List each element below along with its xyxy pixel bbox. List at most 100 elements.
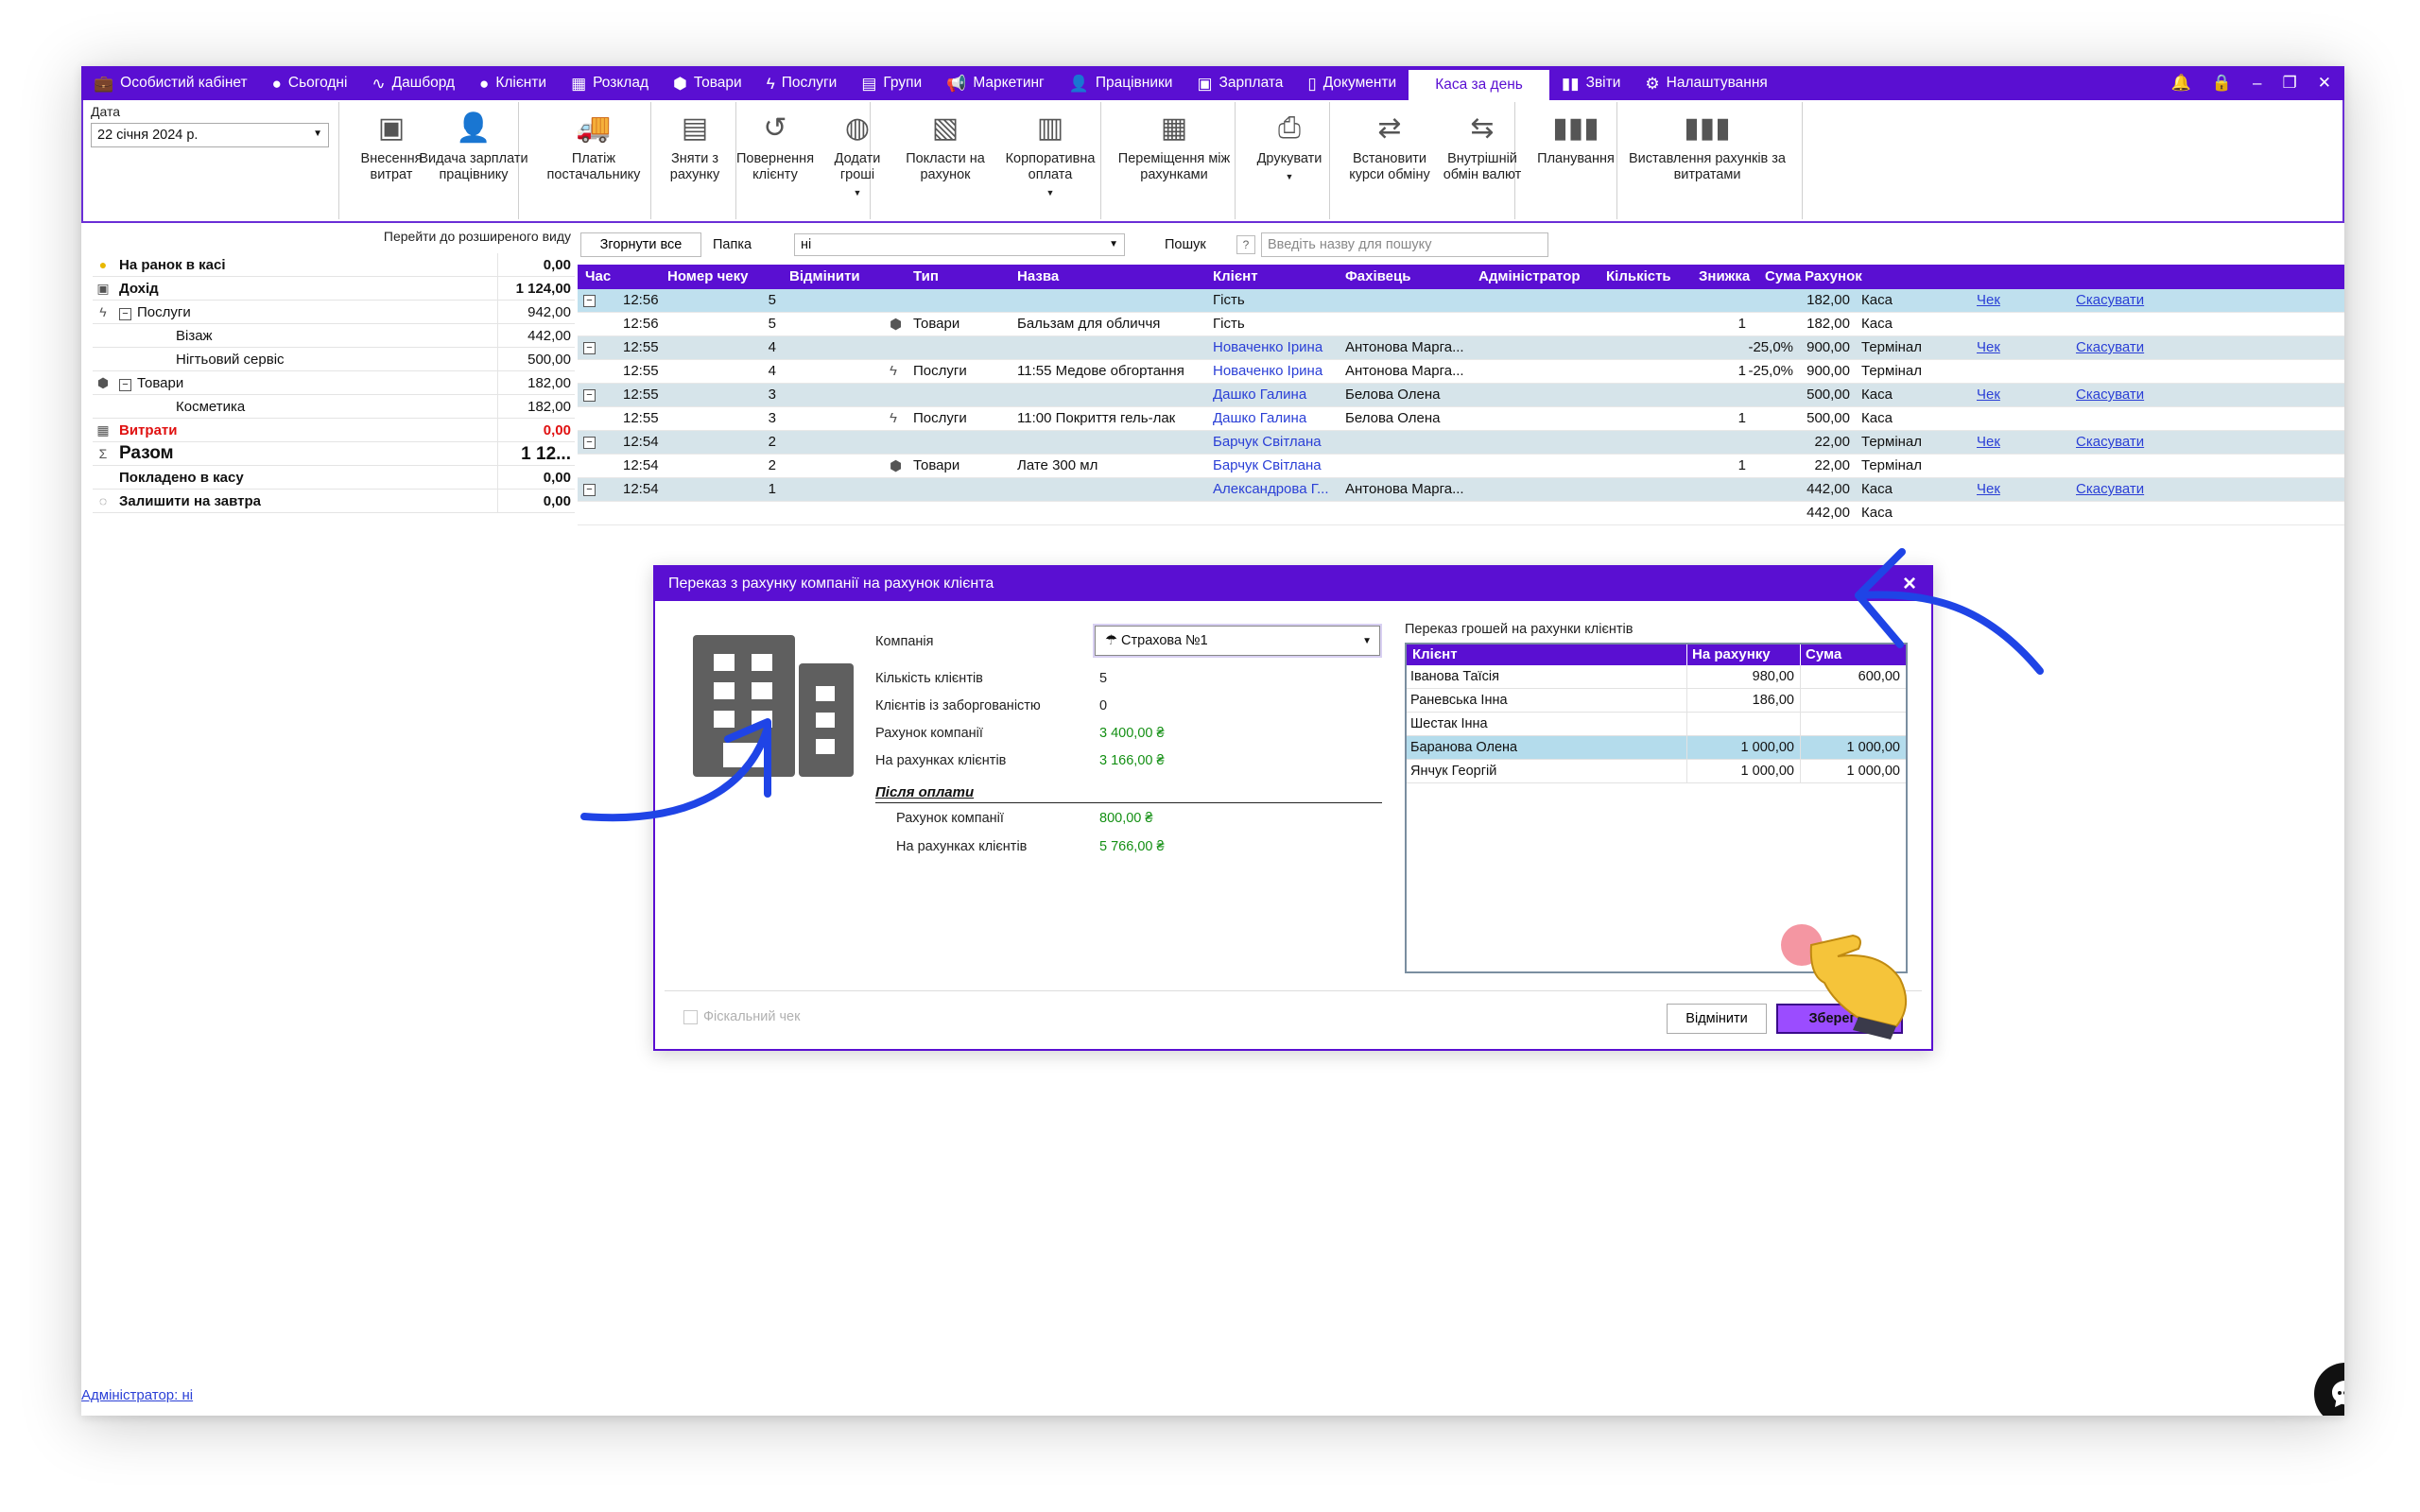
company-select[interactable]: ☂ Страхова №1 ▼ (1095, 626, 1380, 656)
menu-item-3[interactable]: ● Клієнти (467, 66, 559, 100)
collapse-toggle-icon[interactable]: − (583, 295, 596, 307)
search-input[interactable]: Введіть назву для пошуку (1261, 232, 1548, 257)
menu-item-6[interactable]: ϟ Послуги (754, 66, 850, 100)
ribbon-button-1[interactable]: 👤 Видача зарплати працівнику (418, 104, 529, 183)
menu-item-14[interactable]: ⚙ Налаштування (1633, 66, 1779, 100)
cell-cancel[interactable]: Скасувати (2076, 292, 2144, 308)
grid-column-header[interactable]: Сума (1765, 268, 1801, 284)
table-row[interactable]: 12:56 5 ⬢ Товари Бальзам для обличчя Гість 1 18… (578, 313, 2344, 336)
collapse-toggle-icon[interactable]: − (583, 484, 596, 496)
collapse-toggle-icon[interactable]: − (119, 378, 131, 391)
table-row[interactable]: 12:54 2 ⬢ Товари Лате 300 мл Барчук Світлана 1… (578, 455, 2344, 478)
fiscal-checkbox[interactable] (683, 1009, 698, 1024)
ribbon-button-8[interactable]: ▦ Переміщення між рахунками (1104, 104, 1244, 183)
menu-item-12[interactable]: Каса за день (1409, 70, 1549, 100)
transfer-amount-cell[interactable]: 1 000,00 (1847, 764, 1900, 779)
menu-item-0[interactable]: 💼 Особистий кабінет (81, 66, 260, 100)
client-table-row[interactable]: Баранова Олена 1 000,00 1 000,00 (1407, 736, 1906, 760)
collapse-toggle-icon[interactable]: − (583, 342, 596, 354)
menu-item-1[interactable]: ● Сьогодні (260, 66, 360, 100)
table-row[interactable]: 442,00 Каса (578, 502, 2344, 525)
ribbon-button-11[interactable]: ⇆ Внутрішній обмін валют (1435, 104, 1530, 183)
menu-item-2[interactable]: ∿ Дашборд (359, 66, 467, 100)
cancel-button[interactable]: Відмінити (1667, 1004, 1767, 1034)
ribbon-button-6[interactable]: ▧ Покласти на рахунок (896, 104, 994, 183)
ribbon-button-10[interactable]: ⇄ Встановити курси обміну (1339, 104, 1441, 183)
cell-client: Александрова Г... (1213, 481, 1329, 497)
grid-column-header[interactable]: Клієнт (1213, 268, 1258, 284)
cell-check[interactable]: Чек (1977, 434, 2000, 450)
ribbon-button-label: Додати гроші (834, 151, 881, 182)
advanced-view-link[interactable]: Перейти до розширеного виду (384, 229, 571, 244)
grid-column-header[interactable]: Адміністратор (1478, 268, 1581, 284)
ribbon-button-7[interactable]: ▥ Корпоративна оплата ▼ (996, 104, 1104, 201)
chat-icon[interactable] (2314, 1363, 2344, 1416)
save-button[interactable]: Зберегти (1776, 1004, 1903, 1034)
menu-item-4[interactable]: ▦ Розклад (559, 66, 661, 100)
client-table-column-header[interactable]: Клієнт (1412, 646, 1458, 662)
administrator-link[interactable]: Адміністратор: ні (81, 1387, 193, 1403)
grid-column-header[interactable]: Рахунок (1805, 268, 1862, 284)
restore-icon[interactable]: ❐ (2283, 74, 2297, 93)
grid-column-header[interactable]: Час (585, 268, 611, 284)
ribbon-button-2[interactable]: 🚚 Платіж постачальнику (535, 104, 652, 183)
grid-column-header[interactable]: Кількість (1606, 268, 1671, 284)
close-window-icon[interactable]: ✕ (2318, 74, 2331, 93)
cell-cancel[interactable]: Скасувати (2076, 339, 2144, 355)
lock-icon[interactable]: 🔒 (2212, 74, 2232, 93)
ribbon-button-3[interactable]: ▤ Зняти з рахунку (660, 104, 730, 183)
table-row[interactable]: − 12:54 2 Барчук Світлана 22,00 Термінал Чек Ск… (578, 431, 2344, 455)
search-help-icon[interactable]: ? (1236, 235, 1255, 254)
collapse-toggle-icon[interactable]: − (583, 389, 596, 402)
client-table-row[interactable]: Шестак Інна (1407, 713, 1906, 736)
collapse-toggle-icon[interactable]: − (119, 307, 131, 320)
collapse-toggle-icon[interactable]: − (583, 437, 596, 449)
table-row[interactable]: − 12:54 1 Александрова Г... Антонова Марга..… (578, 478, 2344, 502)
menu-item-7[interactable]: ▤ Групи (849, 66, 934, 100)
transfer-amount-cell[interactable]: 1 000,00 (1847, 740, 1900, 755)
cell-check[interactable]: Чек (1977, 339, 2000, 355)
ribbon-button-5[interactable]: ◍ Додати гроші ▼ (824, 104, 890, 201)
client-table-row[interactable]: Іванова Таїсія 980,00 600,00 (1407, 665, 1906, 689)
menu-item-11[interactable]: ▯ Документи (1295, 66, 1409, 100)
ribbon-button-4[interactable]: ↺ Повернення клієнту (728, 104, 822, 183)
table-row[interactable]: − 12:56 5 Гість 182,00 Каса Чек Скасувати (578, 289, 2344, 313)
minimize-icon[interactable]: – (2253, 74, 2261, 93)
close-icon[interactable]: × (1903, 567, 1916, 601)
folder-select[interactable]: ні ▼ (794, 233, 1125, 256)
table-row[interactable]: − 12:55 3 Дашко Галина Белова Олена 500,00 Кас… (578, 384, 2344, 407)
menu-item-9[interactable]: 👤 Працівники (1057, 66, 1185, 100)
ribbon-button-9[interactable]: ⎙ Друкувати ▼ (1252, 104, 1327, 185)
cell-cancel[interactable]: Скасувати (2076, 481, 2144, 497)
chevron-down-icon: ▼ (1362, 636, 1372, 646)
client-table-column-header[interactable]: На рахунку (1692, 646, 1771, 662)
cell-check[interactable]: Чек (1977, 387, 2000, 403)
cell-cancel[interactable]: Скасувати (2076, 387, 2144, 403)
cell-check[interactable]: Чек (1977, 481, 2000, 497)
cell-time: 12:54 (623, 457, 659, 473)
client-table-column-header[interactable]: Сума (1806, 646, 1841, 662)
grid-column-header[interactable]: Відмінити (789, 268, 860, 284)
ribbon-button-13[interactable]: ▮▮▮ Виставлення рахунків за витратами (1628, 104, 1787, 183)
menu-item-10[interactable]: ▣ Зарплата (1184, 66, 1295, 100)
menu-item-8[interactable]: 📢 Маркетинг (934, 66, 1057, 100)
client-table-row[interactable]: Раневська Інна 186,00 (1407, 689, 1906, 713)
ribbon-button-12[interactable]: ▮▮▮ Планування (1528, 104, 1624, 167)
grid-column-header[interactable]: Назва (1017, 268, 1059, 284)
table-row[interactable]: 12:55 3 ϟ Послуги 11:00 Покриття гель-лак Даш… (578, 407, 2344, 431)
table-row[interactable]: − 12:55 4 Новаченко Ірина Антонова Марга... -… (578, 336, 2344, 360)
cell-check[interactable]: Чек (1977, 292, 2000, 308)
grid-column-header[interactable]: Знижка (1699, 268, 1750, 284)
grid-column-header[interactable]: Фахівець (1345, 268, 1410, 284)
grid-column-header[interactable]: Номер чеку (667, 268, 748, 284)
table-row[interactable]: 12:55 4 ϟ Послуги 11:55 Медове обгортання Нов… (578, 360, 2344, 384)
menu-item-13[interactable]: ▮▮ Звіти (1549, 66, 1634, 100)
grid-column-header[interactable]: Тип (913, 268, 939, 284)
transfer-amount-cell[interactable]: 600,00 (1858, 669, 1900, 684)
client-table-row[interactable]: Янчук Георгій 1 000,00 1 000,00 (1407, 760, 1906, 783)
menu-item-5[interactable]: ⬢ Товари (661, 66, 754, 100)
bell-icon[interactable]: 🔔 (2171, 74, 2191, 93)
cell-cancel[interactable]: Скасувати (2076, 434, 2144, 450)
date-select[interactable]: 22 січня 2024 р. ▼ (91, 123, 329, 147)
collapse-all-button[interactable]: Згорнути все (580, 232, 701, 257)
